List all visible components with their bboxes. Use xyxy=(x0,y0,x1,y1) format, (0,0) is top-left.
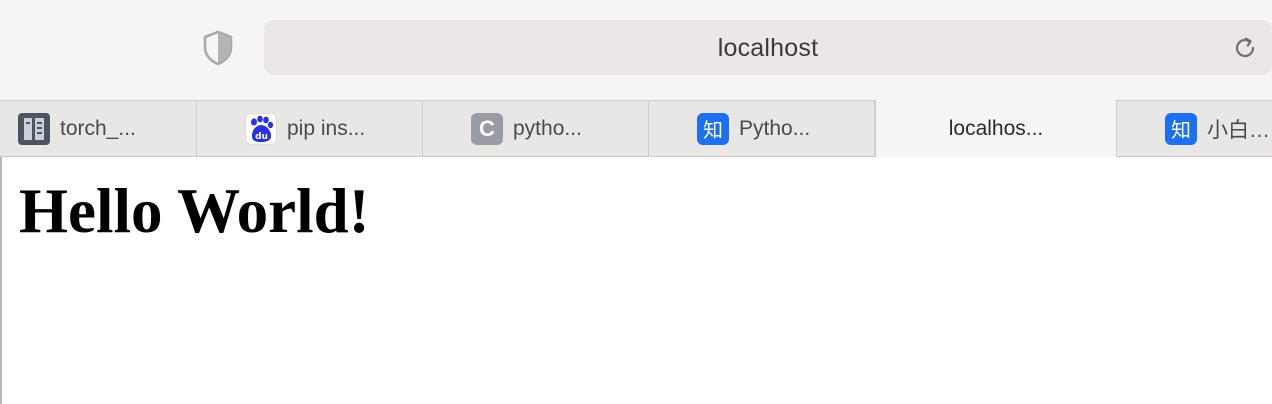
tab-python-zhihu[interactable]: 知 Pytho... xyxy=(649,101,875,156)
url-text[interactable]: localhost xyxy=(264,34,1272,63)
page-heading: Hello World! xyxy=(19,176,370,246)
tab-xiaobai-zhihu[interactable]: 知 小白… xyxy=(1117,101,1272,156)
document-icon xyxy=(18,112,50,145)
reload-icon[interactable] xyxy=(1232,35,1258,61)
address-bar[interactable]: localhost xyxy=(264,20,1272,75)
zhihu-icon: 知 xyxy=(697,112,729,145)
tab-label: 小白… xyxy=(1207,118,1270,142)
page-content: Hello World! xyxy=(0,157,1272,404)
tab-localhost-active[interactable]: localhos... xyxy=(875,100,1117,157)
baidu-paw-icon: du xyxy=(245,112,277,145)
tab-torch[interactable]: torch_... xyxy=(0,101,197,156)
tab-label: localhos... xyxy=(948,116,1044,140)
toolbar: localhost xyxy=(0,0,1272,100)
baidu-icon-text: du xyxy=(255,132,268,142)
zhihu-icon: 知 xyxy=(1165,112,1197,145)
tab-bar: torch_... du pip ins... C pytho... 知 Pyt xyxy=(0,100,1272,157)
tab-label: pip ins... xyxy=(287,116,366,140)
tab-python-c[interactable]: C pytho... xyxy=(423,101,649,156)
tab-label: Pytho... xyxy=(739,116,811,140)
tab-pip-install[interactable]: du pip ins... xyxy=(197,101,423,156)
tab-label: pytho... xyxy=(513,116,582,140)
browser-window: localhost torch_... du pip ins... C pyth… xyxy=(0,0,1272,404)
privacy-shield-icon[interactable] xyxy=(202,30,234,66)
tab-label: torch_... xyxy=(60,116,136,140)
letter-c-icon: C xyxy=(471,112,503,145)
